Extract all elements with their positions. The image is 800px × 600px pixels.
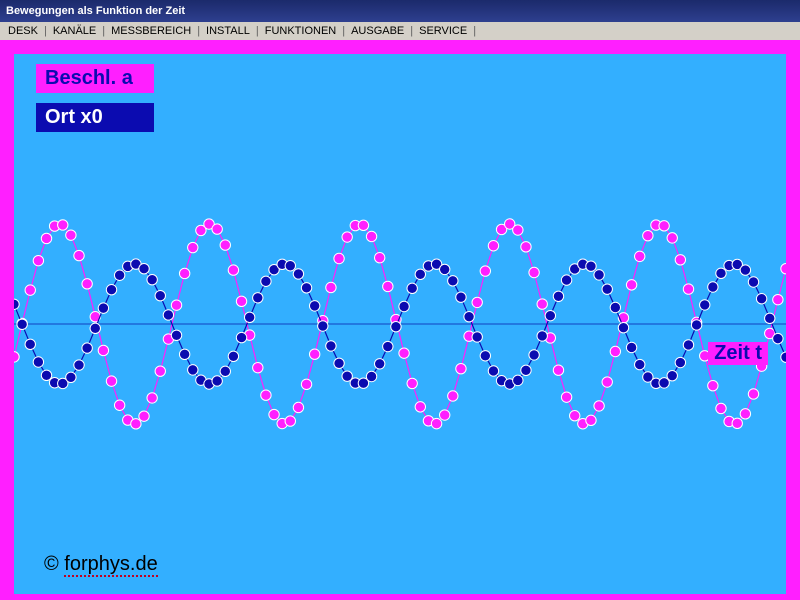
menu-messbereich[interactable]: MESSBEREICH xyxy=(107,25,195,37)
legend-position: Ort x0 xyxy=(36,103,154,132)
menu-ausgabe[interactable]: AUSGABE xyxy=(347,25,408,37)
menubar: DESK| KANÄLE| MESSBEREICH| INSTALL| FUNK… xyxy=(0,22,800,41)
menu-desk[interactable]: DESK xyxy=(4,25,42,37)
window-title: Bewegungen als Funktion der Zeit xyxy=(6,5,185,17)
credit-text: © forphys.de xyxy=(44,553,158,576)
menu-sep: | xyxy=(254,25,261,37)
menu-service[interactable]: SERVICE xyxy=(415,25,471,37)
app-frame: Beschl. a Ort x0 Zeit t © forphys.de xyxy=(0,40,800,600)
window-titlebar: Bewegungen als Funktion der Zeit xyxy=(0,0,800,22)
menu-kanaele[interactable]: KANÄLE xyxy=(49,25,100,37)
plot-panel: Beschl. a Ort x0 Zeit t © forphys.de xyxy=(14,54,786,594)
menu-sep: | xyxy=(100,25,107,37)
credit-copyright: © xyxy=(44,553,64,575)
menu-sep: | xyxy=(42,25,49,37)
legend: Beschl. a Ort x0 xyxy=(36,64,154,142)
menu-funktionen[interactable]: FUNKTIONEN xyxy=(261,25,341,37)
legend-accel: Beschl. a xyxy=(36,64,154,93)
menu-sep: | xyxy=(340,25,347,37)
menu-sep: | xyxy=(408,25,415,37)
credit-site: forphys.de xyxy=(64,553,157,577)
menu-install[interactable]: INSTALL xyxy=(202,25,254,37)
menu-sep: | xyxy=(195,25,202,37)
x-axis-label: Zeit t xyxy=(708,342,768,365)
menu-sep: | xyxy=(471,25,478,37)
